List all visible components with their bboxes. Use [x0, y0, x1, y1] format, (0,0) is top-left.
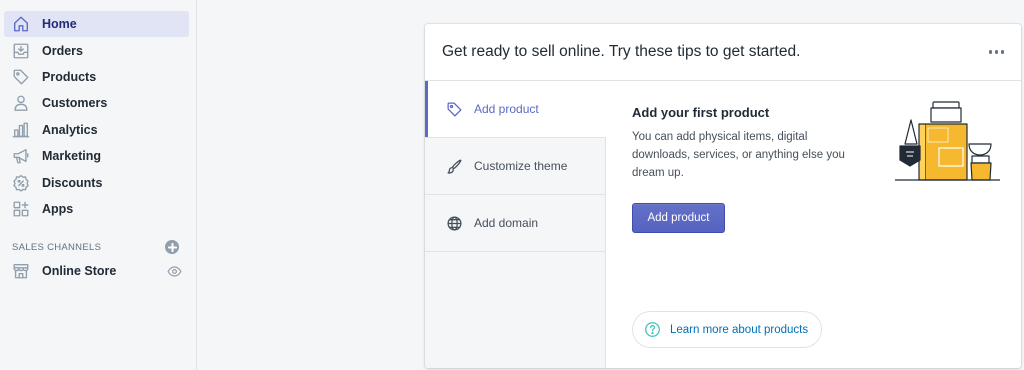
nav-item-orders[interactable]: Orders: [4, 37, 189, 63]
help-circle-icon: [643, 321, 661, 339]
discount-icon: [10, 173, 32, 193]
globe-icon: [444, 213, 464, 233]
eye-icon: [166, 266, 182, 277]
add-sales-channel-button[interactable]: [165, 240, 179, 255]
more-actions-button[interactable]: [985, 46, 1009, 58]
nav-item-analytics[interactable]: Analytics: [4, 117, 189, 143]
nav-item-products[interactable]: Products: [4, 64, 189, 90]
nav-item-discounts[interactable]: Discounts: [4, 169, 189, 195]
nav-item-label: Orders: [42, 43, 83, 58]
nav-item-label: Customers: [42, 96, 108, 111]
product-illustration: [895, 100, 1000, 184]
card-title: Get ready to sell online. Try these tips…: [442, 43, 801, 60]
setup-guide-card: Get ready to sell online. Try these tips…: [425, 24, 1021, 368]
nav-item-customers[interactable]: Customers: [4, 90, 189, 116]
sales-channels-title: SALES CHANNELS: [12, 241, 102, 253]
tab-customize-theme[interactable]: Customize theme: [425, 138, 605, 195]
sidebar: Home Orders Products Customers Analytics: [0, 0, 197, 370]
nav-item-online-store[interactable]: Online Store: [4, 258, 166, 284]
nav-item-label: Products: [42, 69, 97, 84]
dot-icon: [994, 50, 998, 54]
add-product-button[interactable]: Add product: [632, 203, 725, 233]
tab-label: Add product: [474, 102, 539, 116]
nav-item-label: Home: [42, 17, 77, 32]
nav-item-label: Online Store: [42, 264, 117, 279]
nav-item-home[interactable]: Home: [4, 11, 189, 38]
dot-icon: [988, 50, 992, 54]
tag-icon: [10, 67, 32, 87]
main-nav: Home Orders Products Customers Analytics: [0, 0, 196, 222]
megaphone-icon: [10, 146, 32, 166]
nav-item-label: Discounts: [42, 175, 103, 190]
home-icon: [10, 14, 32, 34]
nav-item-apps[interactable]: Apps: [4, 196, 189, 222]
bar-chart-icon: [10, 120, 32, 140]
card-header: Get ready to sell online. Try these tips…: [425, 24, 1021, 81]
orders-icon: [10, 41, 32, 61]
view-online-store-button[interactable]: [166, 263, 182, 279]
person-icon: [10, 93, 32, 113]
panel-description: You can add physical items, digital down…: [632, 131, 845, 179]
nav-item-marketing[interactable]: Marketing: [4, 143, 189, 169]
apps-icon: [10, 199, 32, 219]
brush-icon: [444, 156, 464, 176]
plus-icon: [167, 242, 177, 252]
dot-icon: [1000, 50, 1004, 54]
learn-more-products-link[interactable]: Learn more about products: [632, 311, 822, 348]
nav-item-label: Apps: [42, 201, 74, 216]
tab-label: Customize theme: [474, 159, 568, 173]
learn-more-label: Learn more about products: [670, 323, 809, 336]
tab-add-product[interactable]: Add product: [425, 81, 606, 138]
nav-item-label: Analytics: [42, 122, 98, 137]
store-icon: [10, 261, 32, 281]
sales-channels-header: SALES CHANNELS: [12, 239, 179, 255]
nav-item-label: Marketing: [42, 149, 102, 164]
tab-add-domain[interactable]: Add domain: [425, 195, 605, 252]
channel-row-online-store: Online Store: [0, 258, 182, 284]
tips-tab-list: Add product Customize theme Add domain: [425, 81, 606, 368]
tag-icon: [444, 99, 464, 119]
tab-label: Add domain: [474, 216, 539, 230]
